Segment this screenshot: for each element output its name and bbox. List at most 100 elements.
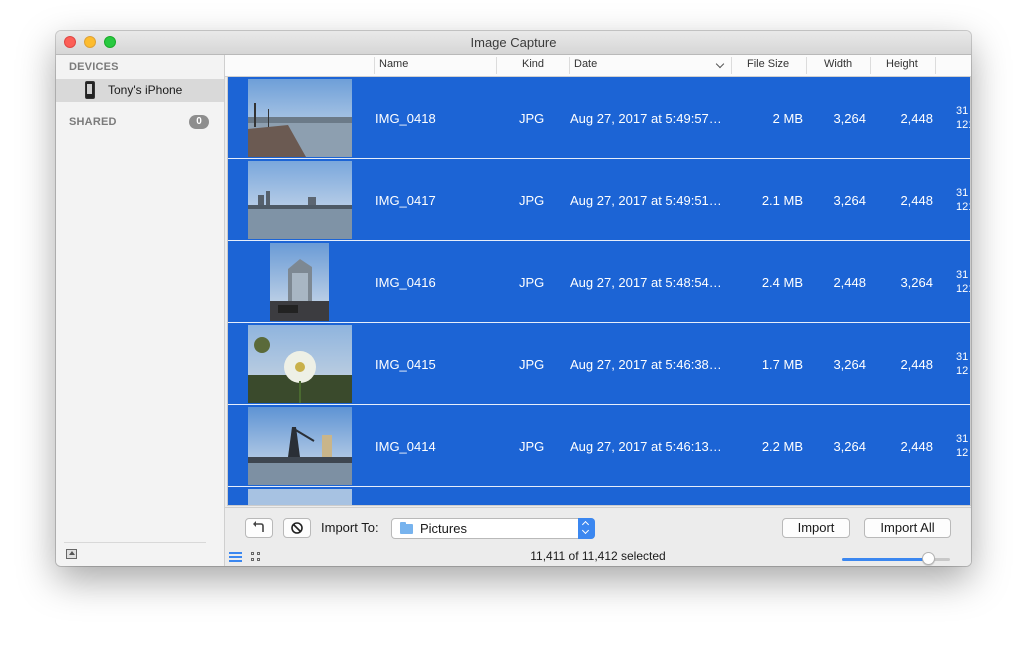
file-name: IMG_0414 (375, 439, 436, 454)
image-width: 3,264 (833, 193, 866, 208)
column-separator[interactable] (806, 57, 807, 74)
file-date: Aug 27, 2017 at 5:46:13… (570, 439, 722, 454)
image-height: 2,448 (900, 439, 933, 454)
truncated-value-2: 12 (956, 447, 969, 459)
truncated-value-1: 31 (956, 269, 969, 281)
popup-chevron-icon (578, 518, 595, 539)
image-width: 2,448 (833, 275, 866, 290)
window-title: Image Capture (470, 35, 557, 50)
thumbnail-image (248, 325, 352, 403)
file-size: 2.1 MB (761, 193, 803, 208)
delete-button[interactable] (283, 518, 311, 538)
file-name: IMG_0417 (375, 193, 436, 208)
truncated-column: 31 121 (956, 186, 970, 214)
column-separator[interactable] (496, 57, 497, 74)
folder-icon (400, 522, 413, 534)
file-name: IMG_0418 (375, 111, 436, 126)
column-header-file-size[interactable]: File Size (747, 58, 789, 70)
truncated-value-1: 31 (956, 187, 969, 199)
thumbnail-image (248, 79, 352, 157)
column-header-name[interactable]: Name (379, 58, 408, 70)
sort-descending-icon (715, 59, 725, 69)
column-separator[interactable] (374, 57, 375, 74)
title-bar: Image Capture (56, 31, 971, 55)
bottom-toolbar: Import To: Pictures Import Import All 11… (225, 507, 971, 566)
thumbnail-image (270, 243, 329, 321)
column-separator[interactable] (935, 57, 936, 74)
import-destination-value: Pictures (420, 521, 467, 536)
file-date: Aug 27, 2017 at 5:46:38… (570, 357, 722, 372)
file-size: 1.7 MB (761, 357, 803, 372)
truncated-column: 31 12 (956, 432, 968, 460)
sidebar-item-device[interactable]: Tony's iPhone (56, 79, 224, 102)
image-capture-window: Image Capture DEVICES Tony's iPhone SHAR… (56, 31, 971, 566)
image-height: 2,448 (900, 357, 933, 372)
eject-icon[interactable] (66, 549, 77, 559)
column-header-width[interactable]: Width (824, 58, 852, 70)
thumbnail-image (248, 161, 352, 239)
file-date: Aug 27, 2017 at 5:48:54… (570, 275, 722, 290)
image-width: 3,264 (833, 111, 866, 126)
truncated-value-1: 31 (956, 433, 969, 445)
table-row[interactable]: IMG_0416 JPG Aug 27, 2017 at 5:48:54… 2.… (228, 241, 970, 323)
file-name: IMG_0416 (375, 275, 436, 290)
file-kind: JPG (519, 193, 545, 208)
column-separator[interactable] (870, 57, 871, 74)
truncated-value-2: 121 (956, 119, 970, 131)
file-size: 2.2 MB (761, 439, 803, 454)
truncated-column: 31 121 (956, 104, 970, 132)
column-separator[interactable] (569, 57, 570, 74)
truncated-value-2: 121 (956, 201, 970, 213)
sidebar: DEVICES Tony's iPhone SHARED 0 (56, 55, 225, 566)
truncated-value-1: 31 (956, 351, 969, 363)
image-height: 3,264 (900, 275, 933, 290)
truncated-column: 31 121 (956, 268, 970, 296)
truncated-value-1: 31 (956, 105, 969, 117)
import-to-label: Import To: (321, 520, 379, 535)
file-date: Aug 27, 2017 at 5:49:57… (570, 111, 722, 126)
shared-count-badge: 0 (189, 115, 209, 129)
file-kind: JPG (519, 275, 545, 290)
column-header-date[interactable]: Date (574, 58, 597, 70)
iphone-icon (85, 81, 95, 99)
column-separator[interactable] (731, 57, 732, 74)
list-header: Name Kind Date File Size Width Height (225, 55, 971, 77)
image-width: 3,264 (833, 357, 866, 372)
file-kind: JPG (519, 357, 545, 372)
table-row[interactable]: IMG_0418 JPG Aug 27, 2017 at 5:49:57… 2 … (228, 77, 970, 159)
image-list[interactable]: IMG_0418 JPG Aug 27, 2017 at 5:49:57… 2 … (227, 77, 971, 506)
import-destination-popup[interactable]: Pictures (391, 518, 595, 539)
truncated-value-2: 121 (956, 283, 970, 295)
thumbnail-image (248, 489, 352, 505)
file-size: 2 MB (772, 111, 803, 126)
file-size: 2.4 MB (761, 275, 803, 290)
no-entry-icon (291, 522, 303, 534)
file-kind: JPG (519, 439, 545, 454)
table-row[interactable] (228, 487, 970, 505)
rotate-left-icon (253, 521, 264, 532)
slider-knob[interactable] (921, 552, 935, 565)
device-name: Tony's iPhone (108, 83, 183, 97)
slider-fill (842, 558, 929, 561)
table-row[interactable]: IMG_0414 JPG Aug 27, 2017 at 5:46:13… 2.… (228, 405, 970, 487)
truncated-value-2: 12 (956, 365, 969, 377)
image-height: 2,448 (900, 111, 933, 126)
import-all-button[interactable]: Import All (864, 518, 951, 538)
image-height: 2,448 (900, 193, 933, 208)
sidebar-divider (64, 542, 206, 543)
devices-section-label: DEVICES (69, 61, 119, 73)
image-width: 3,264 (833, 439, 866, 454)
file-date: Aug 27, 2017 at 5:49:51… (570, 193, 722, 208)
table-row[interactable]: IMG_0417 JPG Aug 27, 2017 at 5:49:51… 2.… (228, 159, 970, 241)
rotate-left-button[interactable] (245, 518, 273, 538)
table-row[interactable]: IMG_0415 JPG Aug 27, 2017 at 5:46:38… 1.… (228, 323, 970, 405)
column-header-height[interactable]: Height (886, 58, 918, 70)
main-pane: Name Kind Date File Size Width Height IM… (225, 55, 971, 566)
file-kind: JPG (519, 111, 545, 126)
truncated-column: 31 12 (956, 350, 968, 378)
file-name: IMG_0415 (375, 357, 436, 372)
shared-section-label: SHARED (69, 116, 117, 128)
thumbnail-image (248, 407, 352, 485)
column-header-kind[interactable]: Kind (522, 58, 544, 70)
import-button[interactable]: Import (782, 518, 850, 538)
